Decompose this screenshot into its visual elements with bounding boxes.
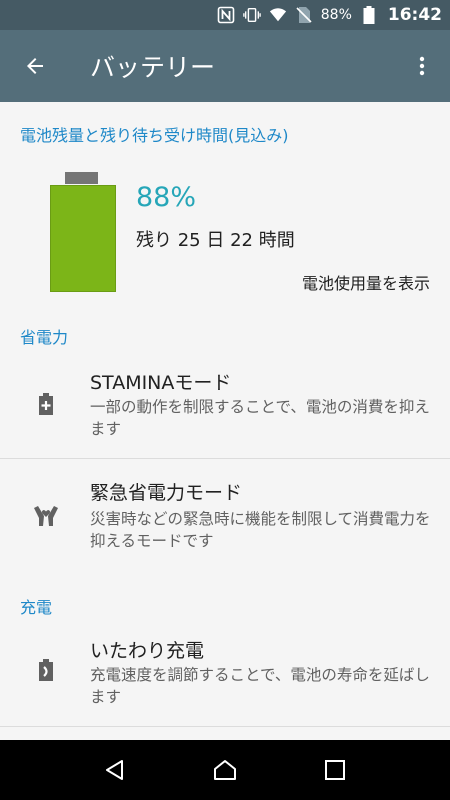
page-title: バッテリー [90, 53, 216, 82]
battery-care-description: 充電速度を調節することで、電池の寿命を延ばします [90, 666, 430, 706]
remaining-time: 残り 25 日 22 時間 [136, 230, 295, 251]
battery-level-fill [50, 185, 116, 292]
stamina-mode-title: STAMINAモード [90, 372, 232, 394]
more-vert-icon [419, 56, 425, 76]
no-sim-icon [295, 6, 313, 24]
battery-graphic [50, 172, 116, 294]
settings-content: 電池残量と残り待ち受け時間(見込み) 88% 残り 25 日 22 時間 電池使… [0, 102, 450, 740]
more-options-button[interactable] [394, 30, 450, 102]
battery-section-header: 電池残量と残り待ち受け時間(見込み) [20, 126, 289, 145]
status-bar: 88% 16:42 [0, 0, 450, 30]
back-button[interactable] [0, 30, 70, 102]
nav-recents-button[interactable] [315, 750, 355, 790]
battery-care-title: いたわり充電 [90, 640, 205, 662]
battery-cap [65, 172, 98, 184]
charging-header: 充電 [20, 598, 53, 617]
battery-percent-status: 88% [320, 7, 352, 23]
power-saving-header: 省電力 [20, 328, 69, 347]
wifi-icon [269, 6, 287, 24]
nfc-icon [217, 6, 235, 24]
stamina-mode-item[interactable]: STAMINAモード 一部の動作を制限することで、電池の消費を抑えます [0, 360, 450, 458]
battery-care-icon [34, 658, 58, 682]
emergency-power-saving-title: 緊急省電力モード [90, 482, 243, 504]
nav-recents-icon [325, 760, 345, 780]
nav-back-button[interactable] [95, 750, 135, 790]
nav-back-icon [106, 760, 123, 780]
vibrate-icon [242, 6, 261, 24]
stamina-mode-description: 一部の動作を制限することで、電池の消費を抑えます [90, 398, 430, 438]
emergency-power-saving-item[interactable]: 緊急省電力モード 災害時などの緊急時に機能を制限して消費電力を抑えるモードです [0, 468, 450, 568]
battery-icon [360, 6, 378, 24]
arrow-back-icon [27, 58, 43, 74]
navigation-bar [0, 740, 450, 800]
battery-usage-link[interactable]: 電池使用量を表示 [302, 270, 430, 294]
battery-care-item[interactable]: いたわり充電 充電速度を調節することで、電池の寿命を延ばします [0, 628, 450, 726]
hands-heart-icon [32, 504, 60, 528]
status-time: 16:42 [387, 5, 442, 25]
battery-plus-icon [34, 392, 58, 416]
app-bar: バッテリー [0, 30, 450, 102]
divider [0, 726, 450, 727]
nav-home-button[interactable] [205, 750, 245, 790]
battery-percent: 88% [136, 182, 197, 213]
divider [0, 458, 450, 459]
nav-home-icon [214, 760, 236, 780]
emergency-power-saving-description: 災害時などの緊急時に機能を制限して消費電力を抑えるモードです [90, 510, 431, 550]
